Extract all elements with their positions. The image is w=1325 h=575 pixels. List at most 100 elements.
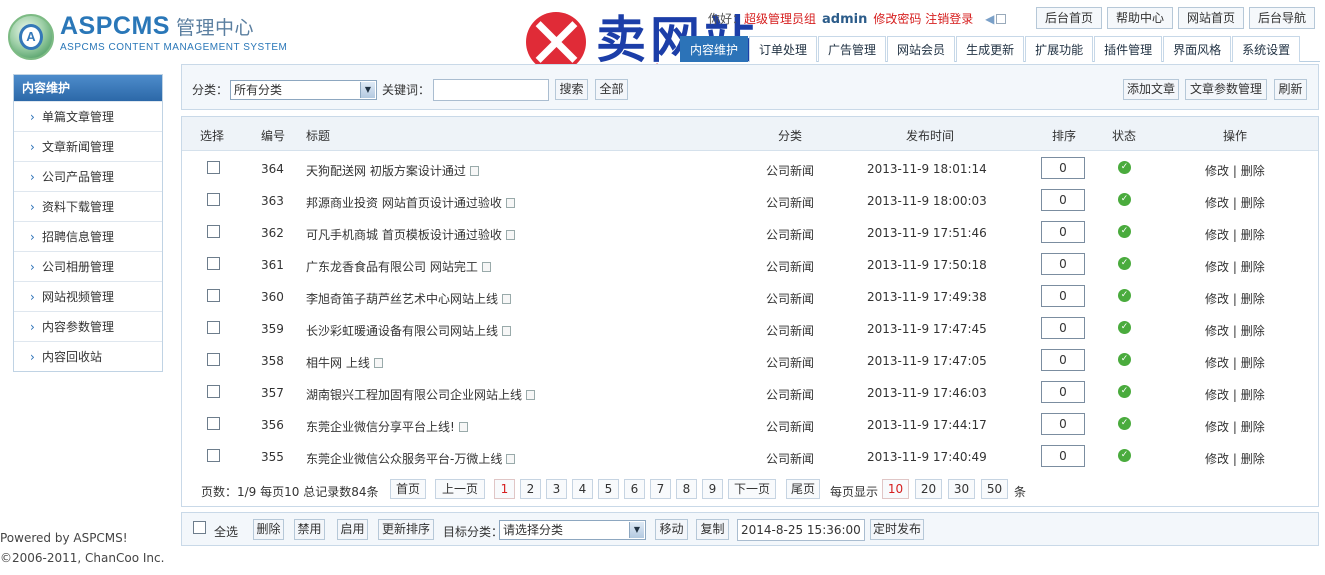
edit-link[interactable]: 修改 [1205, 196, 1229, 210]
logout-link[interactable]: 注销登录 [925, 12, 973, 26]
status-check-icon[interactable]: ✓ [1118, 353, 1131, 366]
schedule-datetime-input[interactable]: 2014-8-25 15:36:00 [737, 519, 865, 541]
row-title-link[interactable]: 可凡手机商城 首页模板设计通过验收 [306, 226, 515, 243]
page-number-button[interactable]: 2 [520, 479, 541, 499]
status-check-icon[interactable]: ✓ [1118, 225, 1131, 238]
row-checkbox[interactable] [207, 161, 220, 174]
row-sort-input[interactable]: 0 [1041, 413, 1085, 435]
site-home-button[interactable]: 网站首页 [1178, 7, 1244, 29]
sidebar-item-albums[interactable]: 公司相册管理 [14, 251, 162, 282]
row-sort-input[interactable]: 0 [1041, 189, 1085, 211]
row-checkbox[interactable] [207, 385, 220, 398]
status-check-icon[interactable]: ✓ [1118, 257, 1131, 270]
row-sort-input[interactable]: 0 [1041, 221, 1085, 243]
page-number-button[interactable]: 8 [676, 479, 697, 499]
status-check-icon[interactable]: ✓ [1118, 193, 1131, 206]
delete-link[interactable]: 删除 [1241, 164, 1265, 178]
row-checkbox[interactable] [207, 321, 220, 334]
page-size-button[interactable]: 10 [882, 479, 909, 499]
row-title-link[interactable]: 长沙彩虹暖通设备有限公司网站上线 [306, 322, 512, 339]
nav-tab-orders[interactable]: 订单处理 [749, 36, 818, 62]
row-checkbox[interactable] [207, 289, 220, 302]
copy-button[interactable]: 复制 [696, 519, 729, 540]
page-number-button[interactable]: 4 [572, 479, 593, 499]
row-checkbox[interactable] [207, 417, 220, 430]
next-page-button[interactable]: 下一页 [728, 479, 776, 499]
page-size-button[interactable]: 50 [981, 479, 1008, 499]
sidebar-item-jobs[interactable]: 招聘信息管理 [14, 221, 162, 252]
refresh-button[interactable]: 刷新 [1274, 79, 1307, 100]
delete-link[interactable]: 删除 [1241, 388, 1265, 402]
delete-link[interactable]: 删除 [1241, 356, 1265, 370]
bulk-enable-button[interactable]: 启用 [337, 519, 368, 540]
sidebar-item-params[interactable]: 内容参数管理 [14, 311, 162, 342]
edit-link[interactable]: 修改 [1205, 228, 1229, 242]
edit-link[interactable]: 修改 [1205, 292, 1229, 306]
edit-link[interactable]: 修改 [1205, 324, 1229, 338]
nav-tab-ads[interactable]: 广告管理 [818, 36, 887, 62]
status-check-icon[interactable]: ✓ [1118, 161, 1131, 174]
move-button[interactable]: 移动 [655, 519, 688, 540]
row-checkbox[interactable] [207, 353, 220, 366]
row-title-link[interactable]: 相牛网 上线 [306, 354, 383, 371]
article-params-button[interactable]: 文章参数管理 [1185, 79, 1267, 100]
row-sort-input[interactable]: 0 [1041, 157, 1085, 179]
nav-tab-plugins[interactable]: 插件管理 [1094, 36, 1163, 62]
bulk-delete-button[interactable]: 删除 [253, 519, 284, 540]
collapse-arrow-icon[interactable]: ◀ [985, 12, 994, 26]
page-size-button[interactable]: 20 [915, 479, 942, 499]
help-center-button[interactable]: 帮助中心 [1107, 7, 1173, 29]
sidebar-item-single-articles[interactable]: 单篇文章管理 [14, 101, 162, 132]
status-check-icon[interactable]: ✓ [1118, 321, 1131, 334]
row-checkbox[interactable] [207, 193, 220, 206]
page-number-button[interactable]: 7 [650, 479, 671, 499]
edit-link[interactable]: 修改 [1205, 388, 1229, 402]
row-sort-input[interactable]: 0 [1041, 381, 1085, 403]
page-number-button[interactable]: 3 [546, 479, 567, 499]
nav-tab-settings[interactable]: 系统设置 [1232, 36, 1301, 62]
first-page-button[interactable]: 首页 [390, 479, 426, 499]
last-page-button[interactable]: 尾页 [786, 479, 820, 499]
update-sort-button[interactable]: 更新排序 [378, 519, 434, 540]
sidebar-item-news[interactable]: 文章新闻管理 [14, 131, 162, 162]
row-title-link[interactable]: 天狗配送网 初版方案设计通过 [306, 162, 479, 179]
nav-tab-themes[interactable]: 界面风格 [1163, 36, 1232, 62]
keyword-input[interactable] [433, 79, 549, 101]
status-check-icon[interactable]: ✓ [1118, 449, 1131, 462]
bulk-disable-button[interactable]: 禁用 [294, 519, 325, 540]
select-all-checkbox[interactable] [193, 521, 206, 534]
edit-link[interactable]: 修改 [1205, 452, 1229, 466]
row-sort-input[interactable]: 0 [1041, 285, 1085, 307]
toggle-box-icon[interactable] [996, 14, 1007, 24]
row-checkbox[interactable] [207, 449, 220, 462]
row-checkbox[interactable] [207, 225, 220, 238]
row-checkbox[interactable] [207, 257, 220, 270]
status-check-icon[interactable]: ✓ [1118, 417, 1131, 430]
delete-link[interactable]: 删除 [1241, 292, 1265, 306]
row-title-link[interactable]: 李旭奇笛子葫芦丝艺术中心网站上线 [306, 290, 512, 307]
all-button[interactable]: 全部 [595, 79, 628, 100]
status-check-icon[interactable]: ✓ [1118, 289, 1131, 302]
add-article-button[interactable]: 添加文章 [1123, 79, 1179, 100]
row-sort-input[interactable]: 0 [1041, 317, 1085, 339]
page-size-button[interactable]: 30 [948, 479, 975, 499]
delete-link[interactable]: 删除 [1241, 196, 1265, 210]
page-number-button[interactable]: 5 [598, 479, 619, 499]
edit-link[interactable]: 修改 [1205, 356, 1229, 370]
delete-link[interactable]: 删除 [1241, 260, 1265, 274]
nav-tab-members[interactable]: 网站会员 [887, 36, 956, 62]
status-check-icon[interactable]: ✓ [1118, 385, 1131, 398]
row-title-link[interactable]: 湖南银兴工程加固有限公司企业网站上线 [306, 386, 536, 403]
change-password-link[interactable]: 修改密码 [873, 12, 921, 26]
row-title-link[interactable]: 东莞企业微信分享平台上线! [306, 418, 468, 435]
admin-nav-button[interactable]: 后台导航 [1249, 7, 1315, 29]
category-select[interactable]: 所有分类 ▼ [230, 80, 377, 100]
nav-tab-content[interactable]: 内容维护 [680, 36, 749, 62]
page-number-button[interactable]: 9 [702, 479, 723, 499]
nav-tab-generate[interactable]: 生成更新 [956, 36, 1025, 62]
edit-link[interactable]: 修改 [1205, 420, 1229, 434]
sidebar-item-products[interactable]: 公司产品管理 [14, 161, 162, 192]
row-sort-input[interactable]: 0 [1041, 349, 1085, 371]
row-title-link[interactable]: 东莞企业微信公众服务平台-万微上线 [306, 450, 516, 467]
edit-link[interactable]: 修改 [1205, 260, 1229, 274]
